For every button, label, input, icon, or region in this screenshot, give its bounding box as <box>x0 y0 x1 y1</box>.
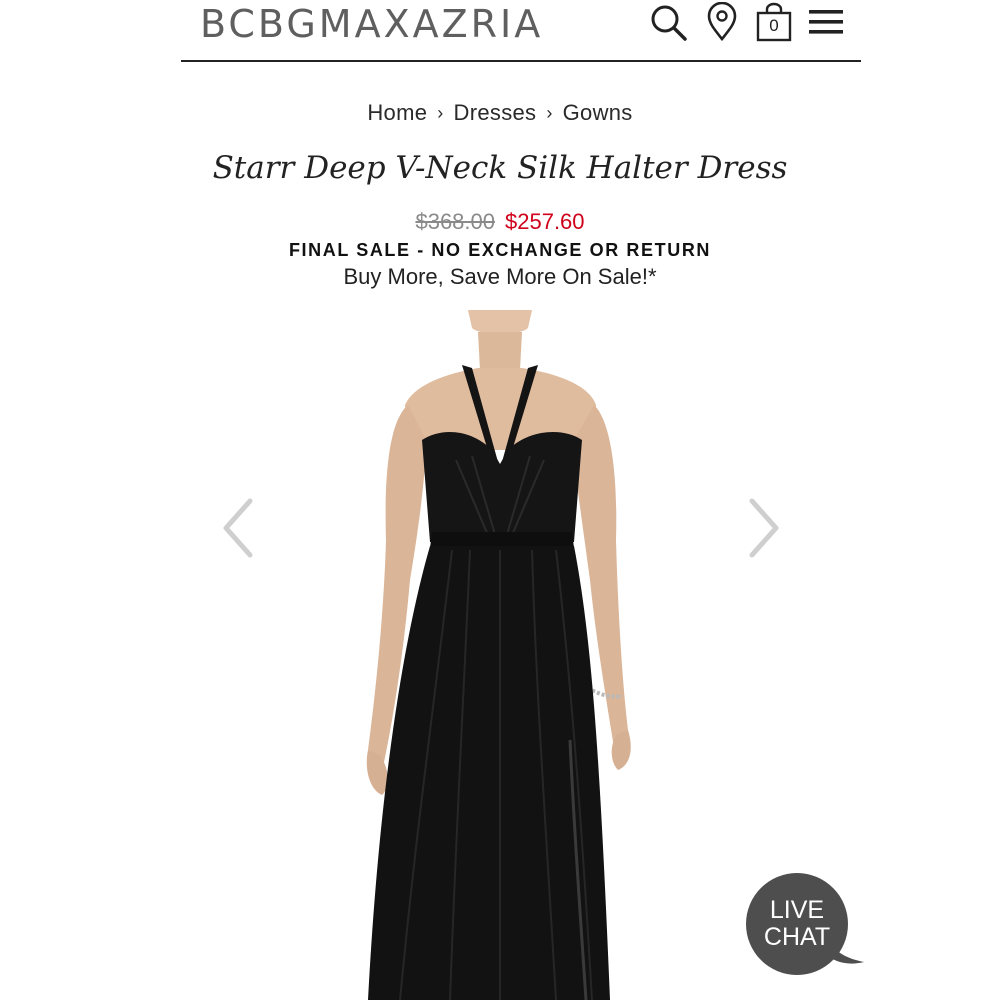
final-sale-notice: FINAL SALE - NO EXCHANGE OR RETURN <box>288 240 712 260</box>
sale-price: $257.60 <box>505 209 585 234</box>
price-block: $368.00 $257.60 <box>0 209 1000 235</box>
live-chat-line1: LIVE <box>769 896 825 924</box>
product-title: Starr Deep V-Neck Silk Halter Dress <box>212 150 788 186</box>
live-chat-label: LIVE CHAT <box>746 897 848 951</box>
breadcrumb-separator: › <box>546 103 553 123</box>
search-icon[interactable] <box>648 2 688 42</box>
cart-count-badge: 0 <box>769 16 779 35</box>
location-pin-icon[interactable] <box>702 1 742 42</box>
menu-icon[interactable] <box>806 2 846 42</box>
breadcrumb-gowns[interactable]: Gowns <box>563 100 633 125</box>
promo-link[interactable]: Buy More, Save More On Sale!* <box>0 264 1000 290</box>
chevron-right-icon[interactable] <box>744 495 784 561</box>
breadcrumb-home[interactable]: Home <box>367 100 427 125</box>
original-price: $368.00 <box>415 209 495 234</box>
breadcrumb-dresses[interactable]: Dresses <box>454 100 537 125</box>
header-divider <box>181 60 861 62</box>
breadcrumb-separator: › <box>437 103 444 123</box>
product-image[interactable] <box>360 310 640 1001</box>
chevron-left-icon[interactable] <box>218 495 258 561</box>
breadcrumb: Home › Dresses › Gowns <box>0 100 1000 126</box>
shopping-bag-icon[interactable]: 0 <box>754 2 794 42</box>
live-chat-button[interactable]: LIVE CHAT <box>746 873 848 975</box>
live-chat-line2: CHAT <box>763 923 831 951</box>
brand-logo[interactable]: BCBGMAXAZRIA <box>200 2 543 46</box>
